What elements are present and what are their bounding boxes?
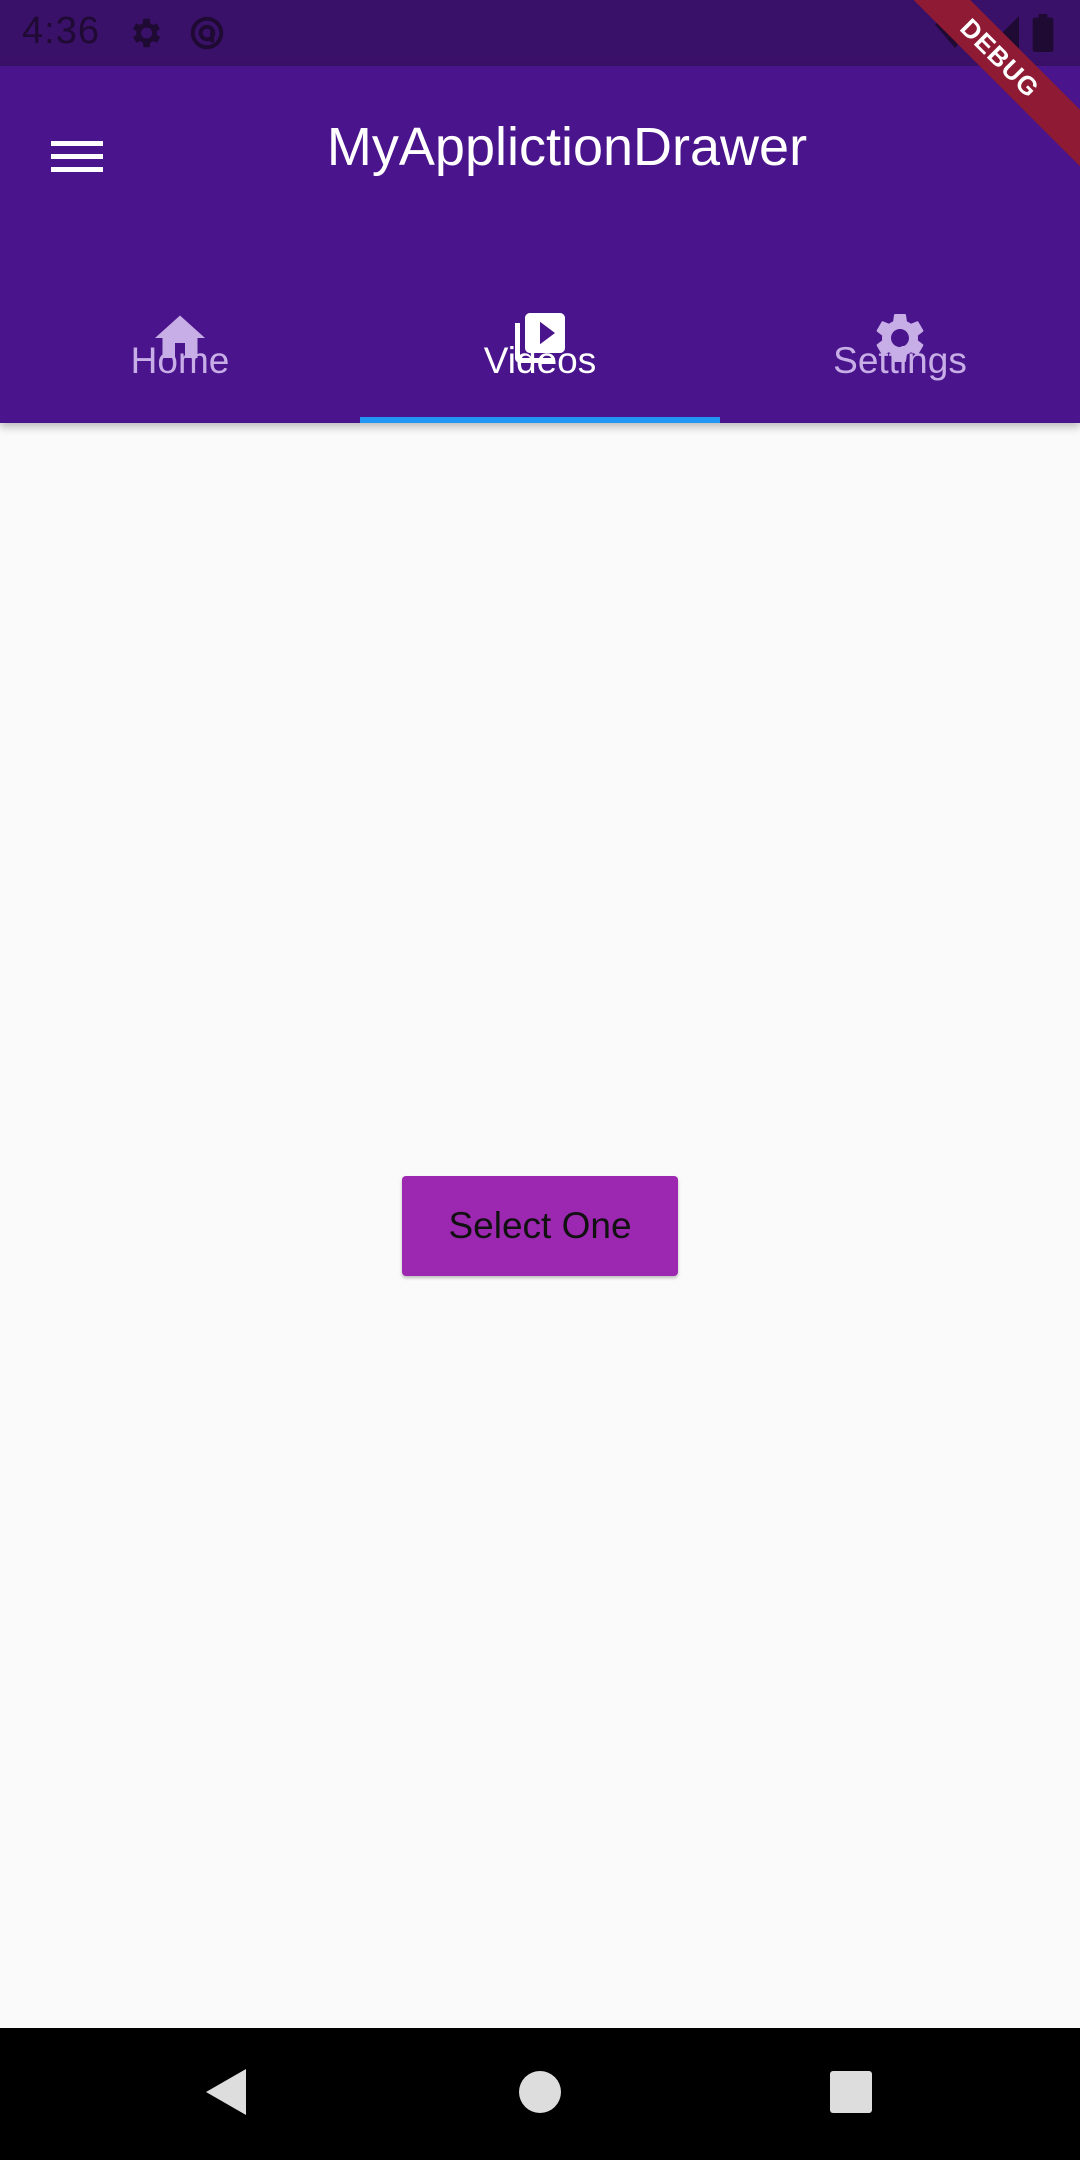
recents-square-icon xyxy=(829,2070,873,2119)
status-time: 4:36 xyxy=(22,10,100,52)
home-nav-button[interactable] xyxy=(510,2064,570,2124)
circle-a-icon xyxy=(188,14,226,52)
battery-icon xyxy=(1032,14,1054,57)
gear-icon xyxy=(126,14,164,52)
tab-home[interactable]: Home xyxy=(0,246,360,423)
tab-videos[interactable]: Videos xyxy=(360,246,720,423)
tab-bar: Home Videos Settings xyxy=(0,246,1080,423)
tab-content: Select One xyxy=(0,423,1080,2028)
app-title: MyApplictionDrawer xyxy=(326,117,808,177)
tab-label-home: Home xyxy=(130,340,230,381)
system-nav-bar xyxy=(0,2028,1080,2160)
home-circle-icon xyxy=(518,2070,562,2119)
app-bar: MyApplictionDrawer Home Videos Settings xyxy=(0,66,1080,423)
back-icon xyxy=(204,2067,248,2122)
screen: 4:36 DEBUG MyApplictionDrawer Home Video… xyxy=(0,0,1080,2160)
back-button[interactable] xyxy=(196,2064,256,2124)
tab-label-videos: Videos xyxy=(483,340,597,381)
select-one-button[interactable]: Select One xyxy=(402,1176,678,1276)
recents-button[interactable] xyxy=(821,2064,881,2124)
status-bar: 4:36 xyxy=(0,0,1080,66)
tab-settings[interactable]: Settings xyxy=(720,246,1080,423)
tab-label-settings: Settings xyxy=(833,340,967,381)
